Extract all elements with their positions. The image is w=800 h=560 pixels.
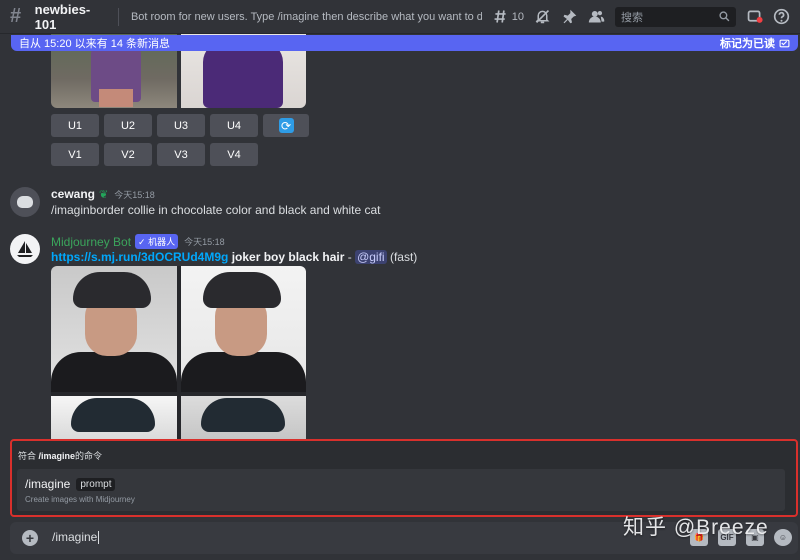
threads-icon xyxy=(494,10,506,23)
reroll-button[interactable]: ⟳ xyxy=(263,114,309,137)
new-messages-bar[interactable]: 自从 15:20 以来有 14 条新消息 标记为已读 xyxy=(11,35,798,51)
message-item: cewang ❦ 今天15:18 /imaginborder collie in… xyxy=(10,187,790,221)
hair-shape xyxy=(71,398,155,432)
threads-count: 10 xyxy=(511,10,525,23)
separator: - xyxy=(344,250,356,264)
message-content: https://s.mj.run/3dOCRUd4M9g joker boy b… xyxy=(51,250,417,264)
member-list-button[interactable] xyxy=(588,8,605,25)
message-input-value: /imagine xyxy=(52,530,98,544)
coat-shape xyxy=(202,42,283,108)
prompt-link[interactable]: https://s.mj.run/3dOCRUd4M9g xyxy=(51,250,228,264)
leaf-badge-icon: ❦ xyxy=(99,188,109,201)
suggestion-command: /imagine xyxy=(25,477,71,491)
upscale-button-u2[interactable]: U2 xyxy=(104,114,152,137)
new-messages-text: 自从 15:20 以来有 14 条新消息 xyxy=(19,38,170,50)
message-header: cewang ❦ 今天15:18 xyxy=(51,187,155,201)
text-caret xyxy=(98,531,100,545)
bell-slash-icon xyxy=(535,9,550,24)
message-content: /imaginborder collie in chocolate color … xyxy=(51,203,381,217)
prompt-text: joker boy black hair xyxy=(231,250,345,264)
jacket-shape xyxy=(51,352,177,392)
upscale-button-row: U1 U2 U3 U4 ⟳ xyxy=(51,114,309,137)
mark-as-read-button[interactable]: 标记为已读 xyxy=(720,35,790,51)
pin-icon xyxy=(563,9,577,24)
upscale-button-u3[interactable]: U3 xyxy=(157,114,205,137)
channel-topic[interactable]: Bot room for new users. Type /imagine th… xyxy=(131,11,482,23)
text-channel-icon: # xyxy=(10,5,22,27)
timestamp: 今天15:18 xyxy=(184,237,225,247)
inbox-icon xyxy=(747,10,763,23)
avatar[interactable] xyxy=(10,187,40,217)
help-button[interactable] xyxy=(773,8,790,25)
reroll-icon: ⟳ xyxy=(278,118,294,133)
discord-logo-icon xyxy=(17,196,33,208)
title-prefix: 符合 xyxy=(18,451,39,461)
suggestion-header: /imagine prompt xyxy=(25,477,116,491)
variation-button-v4[interactable]: V4 xyxy=(210,143,258,166)
members-icon xyxy=(588,10,605,23)
title-suffix: 的命令 xyxy=(75,451,103,461)
author-name[interactable]: Midjourney Bot xyxy=(51,235,131,249)
speed-label: (fast) xyxy=(389,250,418,264)
help-icon xyxy=(773,8,790,25)
title-command: /imagine xyxy=(38,451,76,461)
message-header: Midjourney Bot ✓ 机器人 今天15:18 xyxy=(51,234,225,249)
header-divider xyxy=(118,7,119,26)
generated-image-grid[interactable] xyxy=(51,266,306,446)
variation-button-v2[interactable]: V2 xyxy=(104,143,152,166)
image-tile[interactable] xyxy=(51,266,177,392)
topic-text: Bot room for new users. Type /imagine th… xyxy=(130,10,482,23)
prompt-option-chip[interactable]: prompt xyxy=(76,477,116,491)
timestamp: 今天15:18 xyxy=(114,189,155,200)
message-input[interactable]: /imagine xyxy=(52,530,100,545)
inbox-button[interactable] xyxy=(746,8,763,25)
command-suggestion-imagine[interactable]: /imagine prompt Create images with Midjo… xyxy=(17,469,785,511)
image-tile[interactable] xyxy=(180,266,306,392)
variation-button-v3[interactable]: V3 xyxy=(157,143,205,166)
channel-header: # newbies-101 Bot room for new users. Ty… xyxy=(0,0,800,34)
bot-badge: ✓ 机器人 xyxy=(135,234,179,249)
emoji-icon[interactable]: ☺ xyxy=(774,529,792,546)
hair-shape xyxy=(73,272,151,308)
hair-shape xyxy=(200,398,285,432)
channel-name: newbies-101 xyxy=(34,1,91,32)
autocomplete-title: 符合 /imagine的命令 xyxy=(18,449,102,462)
avatar[interactable] xyxy=(10,234,40,264)
mark-as-read-label: 标记为已读 xyxy=(720,38,775,50)
user-mention[interactable]: @gifi xyxy=(355,250,387,264)
hair-shape xyxy=(202,272,281,308)
figure-legs xyxy=(99,89,133,107)
upscale-button-u1[interactable]: U1 xyxy=(51,114,99,137)
threads-button[interactable]: 10 xyxy=(492,8,524,25)
search-icon xyxy=(719,11,730,22)
pinned-messages-button[interactable] xyxy=(561,8,578,25)
variation-button-v1[interactable]: V1 xyxy=(51,143,99,166)
message-item: Midjourney Bot ✓ 机器人 今天15:18 https://s.m… xyxy=(10,234,790,268)
search-input[interactable]: 搜索 xyxy=(615,6,736,27)
variation-button-row: V1 V2 V3 V4 xyxy=(51,143,258,166)
command-autocomplete-popup: 符合 /imagine的命令 /imagine prompt Create im… xyxy=(10,439,798,517)
watermark: 知乎 @Breeze xyxy=(623,516,769,539)
mute-button[interactable] xyxy=(534,8,551,25)
author-name[interactable]: cewang xyxy=(51,187,95,201)
upscale-button-u4[interactable]: U4 xyxy=(210,114,258,137)
suggestion-description: Create images with Midjourney xyxy=(25,495,135,504)
mark-read-icon xyxy=(779,39,790,47)
sailboat-icon xyxy=(17,241,33,257)
search-placeholder: 搜索 xyxy=(621,11,644,24)
jacket-shape xyxy=(180,352,306,392)
add-attachment-button[interactable]: + xyxy=(22,530,38,546)
